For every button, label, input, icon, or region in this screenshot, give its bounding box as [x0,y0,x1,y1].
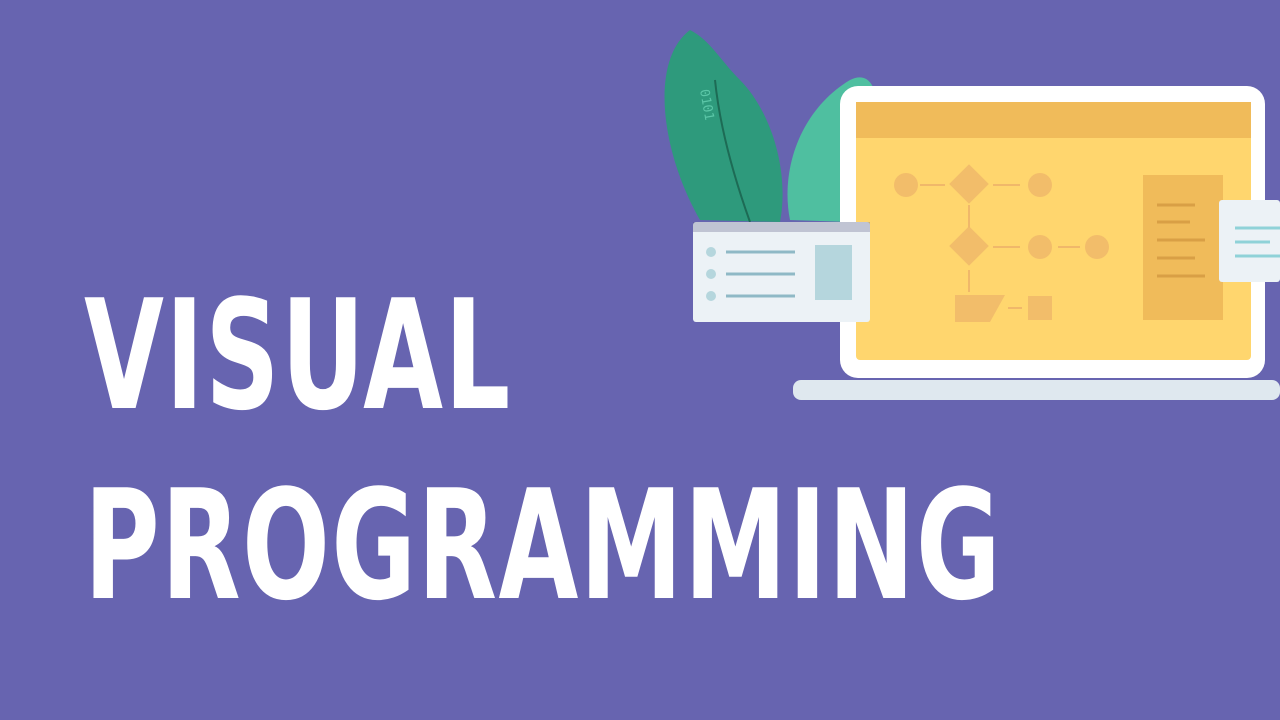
title-line-2: PROGRAMMING [84,457,1003,634]
floating-card-left [693,222,870,322]
screen-top-bar [856,102,1251,138]
laptop-base [793,380,1280,400]
screen-side-panel [1143,175,1223,320]
title-line-1: VISUAL [84,267,512,444]
floating-card-right [1219,200,1280,282]
leaf-dark [664,30,783,222]
